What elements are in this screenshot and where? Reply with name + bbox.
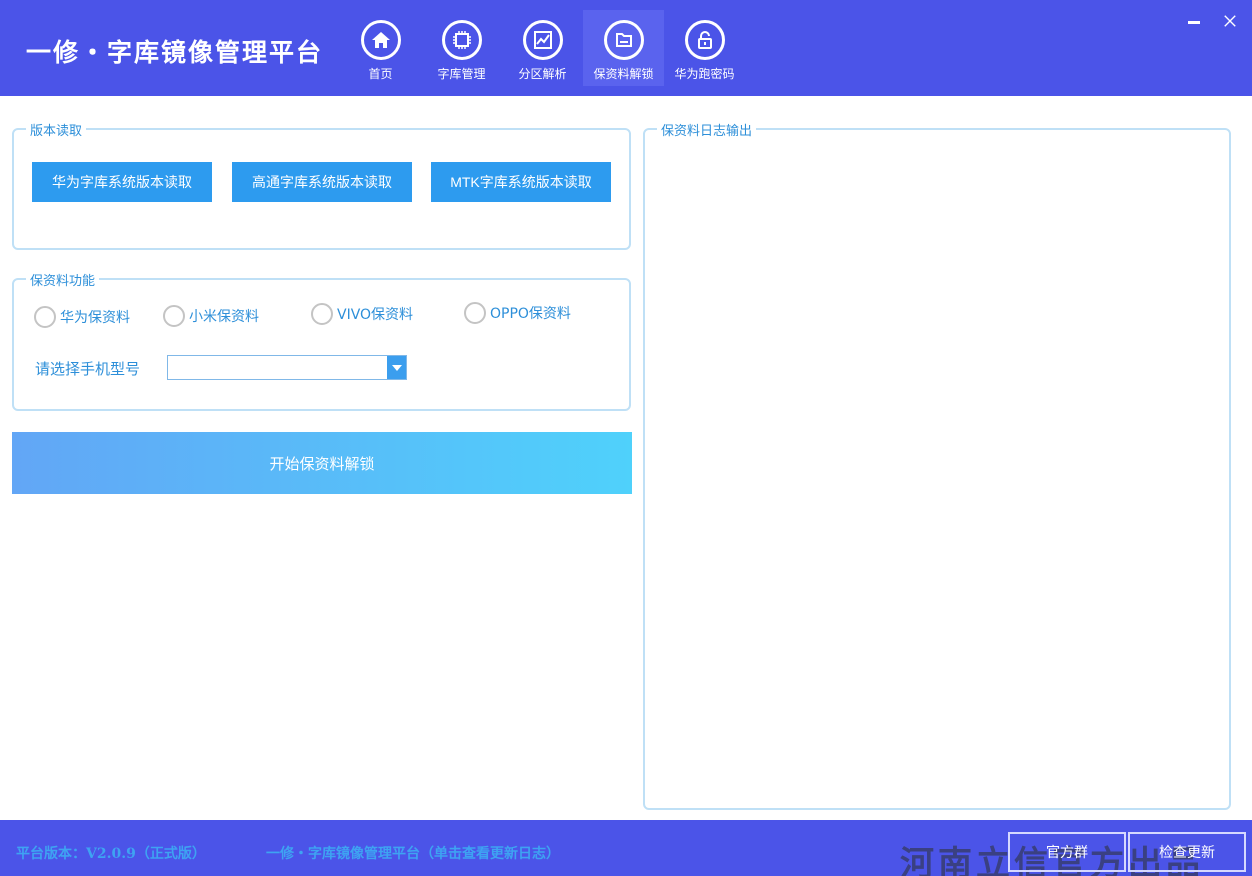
nav-partition-analysis[interactable]: 分区解析 bbox=[502, 10, 583, 86]
chevron-down-icon[interactable] bbox=[387, 356, 406, 379]
radio-oppo-label: OPPO保资料 bbox=[490, 306, 571, 322]
radio-huawei-circle[interactable] bbox=[34, 306, 56, 328]
radio-vivo-label: VIVO保资料 bbox=[337, 307, 414, 323]
minimize-button[interactable] bbox=[1183, 10, 1205, 32]
minimize-icon bbox=[1188, 21, 1200, 24]
main-nav: 首页 字库管理 分区解析 保资料解锁 华为跑密码 bbox=[340, 10, 745, 86]
home-icon bbox=[360, 20, 401, 60]
chart-icon bbox=[522, 20, 563, 60]
data-preserve-legend: 保资料功能 bbox=[26, 270, 100, 289]
nav-flash-management-label: 字库管理 bbox=[437, 67, 486, 81]
log-output-legend: 保资料日志输出 bbox=[657, 120, 757, 139]
close-icon bbox=[1224, 15, 1236, 27]
mtk-version-read-button[interactable]: MTK字库系统版本读取 bbox=[431, 162, 611, 202]
radio-huawei-label: 华为保资料 bbox=[60, 310, 130, 326]
qualcomm-version-read-button[interactable]: 高通字库系统版本读取 bbox=[232, 162, 412, 202]
app-title: 一修・字库镜像管理平台 bbox=[26, 38, 324, 67]
radio-vivo[interactable]: VIVO保资料 bbox=[311, 303, 413, 325]
radio-oppo-circle[interactable] bbox=[464, 302, 486, 324]
chip-icon bbox=[441, 20, 482, 60]
nav-huawei-password-label: 华为跑密码 bbox=[674, 67, 735, 81]
radio-xiaomi-label: 小米保资料 bbox=[189, 309, 259, 325]
radio-xiaomi[interactable]: 小米保资料 bbox=[163, 305, 259, 327]
radio-vivo-circle[interactable] bbox=[311, 303, 333, 325]
radio-huawei[interactable]: 华为保资料 bbox=[34, 306, 130, 328]
lock-icon bbox=[684, 20, 725, 60]
nav-flash-management[interactable]: 字库管理 bbox=[421, 10, 502, 86]
folder-icon bbox=[603, 20, 644, 60]
radio-xiaomi-circle[interactable] bbox=[163, 305, 185, 327]
radio-oppo[interactable]: OPPO保资料 bbox=[464, 302, 571, 324]
phone-model-label: 请选择手机型号 bbox=[35, 360, 141, 378]
phone-model-select[interactable] bbox=[167, 355, 407, 380]
nav-partition-analysis-label: 分区解析 bbox=[518, 67, 567, 81]
official-group-button[interactable]: 官方群 bbox=[1008, 832, 1126, 872]
huawei-version-read-button[interactable]: 华为字库系统版本读取 bbox=[32, 162, 212, 202]
title-bar: 一修・字库镜像管理平台 首页 字库管理 分区解析 保资料解锁 华为跑密码 bbox=[0, 0, 1252, 96]
data-preserve-group: 保资料功能 bbox=[12, 270, 631, 411]
nav-data-unlock[interactable]: 保资料解锁 bbox=[583, 10, 664, 86]
nav-huawei-password[interactable]: 华为跑密码 bbox=[664, 10, 745, 86]
platform-version: 平台版本：V2.0.9（正式版） bbox=[16, 846, 206, 862]
nav-home-label: 首页 bbox=[368, 67, 393, 81]
check-update-button[interactable]: 检查更新 bbox=[1128, 832, 1246, 872]
nav-home[interactable]: 首页 bbox=[340, 10, 421, 86]
start-unlock-button[interactable]: 开始保资料解锁 bbox=[12, 432, 632, 494]
version-read-legend: 版本读取 bbox=[26, 120, 87, 139]
nav-data-unlock-label: 保资料解锁 bbox=[593, 67, 654, 81]
close-button[interactable] bbox=[1219, 10, 1241, 32]
status-bar: 平台版本：V2.0.9（正式版） 一修・字库镜像管理平台（单击查看更新日志） 河… bbox=[0, 820, 1252, 876]
changelog-link[interactable]: 一修・字库镜像管理平台（单击查看更新日志） bbox=[266, 843, 560, 863]
log-output-group: 保资料日志输出 bbox=[643, 120, 1231, 810]
